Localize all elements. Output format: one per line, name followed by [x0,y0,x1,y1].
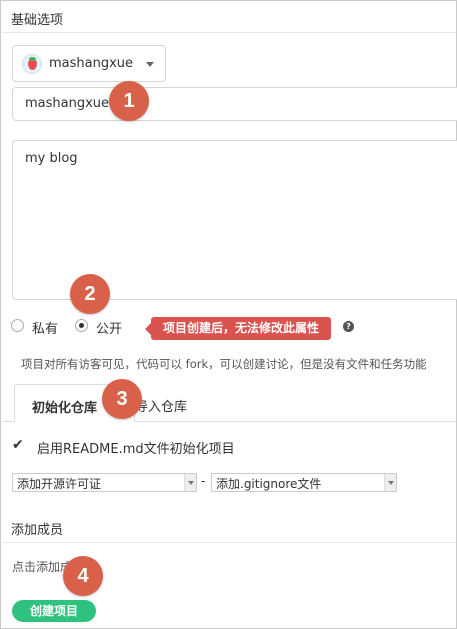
divider [2,32,456,33]
readme-checkbox-label: 启用README.md文件初始化项目 [37,442,235,457]
callout-marker-4: 4 [63,556,103,596]
radio-private-label: 私有 [32,322,59,337]
gitignore-select[interactable]: 添加.gitignore文件 [211,473,397,492]
create-project-button[interactable]: 创建项目 [12,600,96,622]
owner-select[interactable]: mashangxue [12,45,166,82]
license-select-value: 添加开源许可证 [17,477,102,491]
visibility-hint: 项目对所有访客可见，代码可以 fork，可以创建讨论，但是没有文件和任务功能 [21,357,427,371]
tab-import-repo[interactable]: 导入仓库 [135,396,187,415]
radio-private[interactable] [11,319,24,332]
owner-name: mashangxue [49,56,134,71]
section-title-members: 添加成员 [11,523,64,538]
callout-marker-1: 1 [109,81,149,121]
readme-checkbox[interactable]: ✔ [12,438,26,452]
repo-name-input[interactable]: mashangxue [12,87,457,121]
help-icon[interactable]: ? [343,321,354,332]
gitignore-select-value: 添加.gitignore文件 [216,477,322,491]
visibility-tooltip: 项目创建后，无法修改此属性 [145,317,331,340]
chevron-down-icon [384,474,396,491]
select-separator: - [201,474,206,488]
form-panel: 基础选项 mashangxue mashangxue my blog 私有 公开… [0,0,457,629]
strawberry-avatar-icon [22,54,42,74]
tab-init-label: 初始化仓库 [32,401,98,416]
radio-public[interactable] [75,319,88,332]
divider [2,542,456,543]
chevron-down-icon [184,474,196,491]
section-title-basic: 基础选项 [11,13,64,28]
chevron-down-icon [146,62,154,67]
radio-public-label: 公开 [96,322,123,337]
callout-marker-2: 2 [70,274,110,314]
callout-marker-3: 3 [102,379,142,419]
license-select[interactable]: 添加开源许可证 [12,473,197,492]
